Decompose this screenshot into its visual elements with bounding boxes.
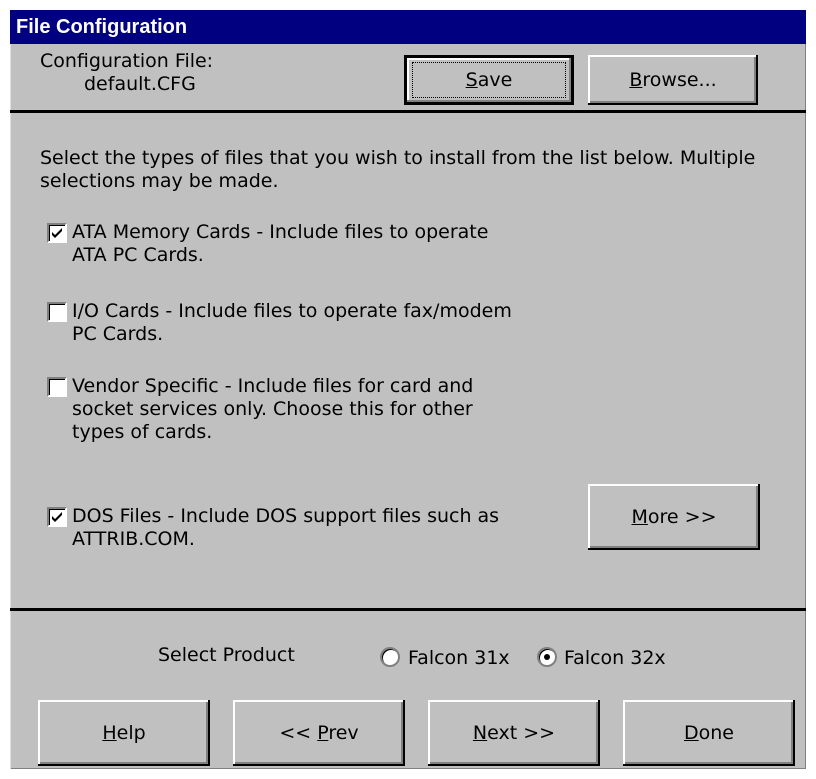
- falcon-31x-label: Falcon 31x: [408, 647, 510, 669]
- done-button[interactable]: Done: [623, 700, 795, 766]
- io-cards-label-line-1: I/O Cards - Include files to operate fax…: [72, 300, 512, 322]
- browse-button-label: Browse...: [629, 69, 717, 91]
- help-button-label: Help: [102, 722, 146, 744]
- config-file-label: Configuration File:: [40, 50, 214, 72]
- falcon-32x-label: Falcon 32x: [564, 647, 666, 669]
- prev-button-label: << Prev: [279, 722, 359, 744]
- next-button[interactable]: Next >>: [428, 700, 600, 766]
- vendor-specific-label-line-2: socket services only. Choose this for ot…: [72, 398, 473, 420]
- falcon-32x-radio[interactable]: [537, 647, 557, 667]
- bottom-separator: [10, 608, 806, 611]
- done-button-label: Done: [684, 722, 734, 744]
- select-product-label: Select Product: [158, 644, 295, 666]
- ata-memory-cards-label-line-1: ATA Memory Cards - Include files to oper…: [72, 221, 489, 243]
- falcon-31x-radio[interactable]: [380, 647, 400, 667]
- more-button[interactable]: More >>: [588, 484, 760, 550]
- prev-button[interactable]: << Prev: [233, 700, 405, 766]
- browse-button[interactable]: Browse...: [588, 55, 758, 105]
- save-button[interactable]: Save: [404, 55, 574, 105]
- config-file-name: default.CFG: [84, 73, 196, 95]
- vendor-specific-label-line-1: Vendor Specific - Include files for card…: [72, 375, 474, 397]
- next-button-label: Next >>: [472, 722, 556, 744]
- vendor-specific-label-line-3: types of cards.: [72, 421, 213, 443]
- vendor-specific-checkbox[interactable]: [47, 377, 67, 397]
- check-icon: [52, 228, 62, 238]
- window-title: File Configuration: [10, 10, 806, 44]
- focus-rect: [412, 62, 566, 98]
- file-configuration-window: File Configuration Configuration File: d…: [10, 10, 806, 769]
- help-button[interactable]: Help: [38, 700, 210, 766]
- dos-files-label-line-2: ATTRIB.COM.: [72, 528, 195, 550]
- dos-files-label-line-1: DOS Files - Include DOS support files su…: [72, 505, 500, 527]
- top-separator: [10, 110, 806, 113]
- dos-files-checkbox[interactable]: [47, 507, 67, 527]
- io-cards-checkbox[interactable]: [47, 302, 67, 322]
- radio-dot: [544, 654, 550, 660]
- instructions-line-1: Select the types of files that you wish …: [40, 147, 756, 169]
- instructions-line-2: selections may be made.: [40, 170, 279, 192]
- more-button-label: More >>: [631, 506, 717, 528]
- ata-memory-cards-label-line-2: ATA PC Cards.: [72, 244, 204, 266]
- io-cards-label-line-2: PC Cards.: [72, 323, 164, 345]
- ata-memory-cards-checkbox[interactable]: [47, 223, 67, 243]
- check-icon: [52, 512, 62, 522]
